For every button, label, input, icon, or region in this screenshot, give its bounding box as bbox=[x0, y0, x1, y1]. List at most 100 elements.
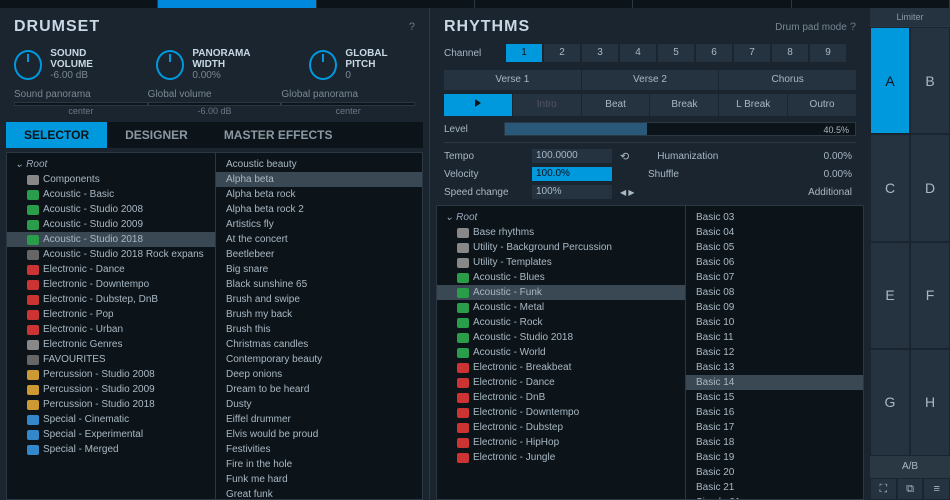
tree-item[interactable]: Electronic - Urban bbox=[7, 322, 215, 337]
list-item[interactable]: Brush and swipe bbox=[216, 292, 422, 307]
list-item[interactable]: Elvis would be proud bbox=[216, 427, 422, 442]
list-item[interactable]: Brush my back bbox=[216, 307, 422, 322]
section-button[interactable]: Break bbox=[650, 94, 718, 116]
top-tab[interactable] bbox=[633, 0, 791, 8]
list-item[interactable]: Alpha beta rock bbox=[216, 187, 422, 202]
channel-button[interactable]: 2 bbox=[544, 44, 580, 62]
channel-button[interactable]: 3 bbox=[582, 44, 618, 62]
tree-item[interactable]: FAVOURITES bbox=[7, 352, 215, 367]
drumpad-mode-label[interactable]: Drum pad mode bbox=[775, 22, 847, 33]
list-item[interactable]: Basic 11 bbox=[686, 330, 863, 345]
list-item[interactable]: Basic 10 bbox=[686, 315, 863, 330]
level-slider[interactable]: 40.5% bbox=[504, 122, 856, 136]
shuffle-value[interactable]: 0.00% bbox=[687, 169, 856, 180]
global-panorama-meter[interactable] bbox=[281, 102, 415, 106]
list-item[interactable]: Alpha beta bbox=[216, 172, 422, 187]
ab-compare-button[interactable]: A/B bbox=[870, 456, 950, 478]
list-item[interactable]: Big snare bbox=[216, 262, 422, 277]
channel-button[interactable]: 8 bbox=[772, 44, 808, 62]
verse-button[interactable]: Chorus bbox=[719, 70, 856, 90]
top-tab[interactable] bbox=[792, 0, 950, 8]
expand-icon[interactable]: ⛶ bbox=[870, 478, 897, 500]
channel-button[interactable]: 1 bbox=[506, 44, 542, 62]
tab-selector[interactable]: SELECTOR bbox=[6, 122, 107, 148]
list-item[interactable]: Festivities bbox=[216, 442, 422, 457]
section-button[interactable]: Outro bbox=[788, 94, 856, 116]
tree-item[interactable]: Percussion - Studio 2018 bbox=[7, 397, 215, 412]
tree-item[interactable]: Electronic - Dance bbox=[437, 375, 685, 390]
drumpad-cell[interactable]: E bbox=[870, 242, 910, 349]
tree-item[interactable]: Acoustic - Blues bbox=[437, 270, 685, 285]
tree-item[interactable]: Acoustic - Studio 2008 bbox=[7, 202, 215, 217]
speed-arrows[interactable]: ◀ ▶ bbox=[620, 188, 635, 197]
channel-button[interactable]: 9 bbox=[810, 44, 846, 62]
list-item[interactable]: Alpha beta rock 2 bbox=[216, 202, 422, 217]
section-button[interactable]: L Break bbox=[719, 94, 787, 116]
help-icon[interactable]: ? bbox=[850, 21, 856, 33]
speed-change-value[interactable]: 100% bbox=[532, 185, 612, 199]
panorama-width-knob[interactable] bbox=[156, 50, 184, 80]
tree-item[interactable]: Electronic - Dubstep, DnB bbox=[7, 292, 215, 307]
channel-button[interactable]: 5 bbox=[658, 44, 694, 62]
velocity-value[interactable]: 100.0% bbox=[532, 167, 612, 181]
list-item[interactable]: Basic 18 bbox=[686, 435, 863, 450]
list-item[interactable]: Dusty bbox=[216, 397, 422, 412]
tree-item[interactable]: Components bbox=[7, 172, 215, 187]
list-item[interactable]: Basic 20 bbox=[686, 465, 863, 480]
drumpad-cell[interactable]: G bbox=[870, 349, 910, 456]
list-item[interactable]: Acoustic beauty bbox=[216, 157, 422, 172]
tree-item[interactable]: Electronic - Dance bbox=[7, 262, 215, 277]
list-item[interactable]: Basic 13 bbox=[686, 360, 863, 375]
tree-item[interactable]: Electronic - DnB bbox=[437, 390, 685, 405]
list-item[interactable]: Funk me hard bbox=[216, 472, 422, 487]
list-item[interactable]: Basic 03 bbox=[686, 210, 863, 225]
tab-master-effects[interactable]: MASTER EFFECTS bbox=[206, 122, 351, 148]
list-item[interactable]: Basic 21 bbox=[686, 480, 863, 495]
list-item[interactable]: Basic 17 bbox=[686, 420, 863, 435]
tree-item[interactable]: Acoustic - Studio 2018 Rock expans bbox=[7, 247, 215, 262]
global-volume-meter[interactable] bbox=[148, 102, 282, 106]
list-item[interactable]: At the concert bbox=[216, 232, 422, 247]
tree-item[interactable]: Electronic - Pop bbox=[7, 307, 215, 322]
list-item[interactable]: Basic 05 bbox=[686, 240, 863, 255]
channel-button[interactable]: 6 bbox=[696, 44, 732, 62]
list-item[interactable]: Basic 16 bbox=[686, 405, 863, 420]
drumpad-cell[interactable]: F bbox=[910, 242, 950, 349]
top-tab[interactable] bbox=[475, 0, 633, 8]
tree-root[interactable]: ⌄ Root bbox=[437, 210, 685, 225]
list-item[interactable]: Great funk bbox=[216, 487, 422, 500]
tree-item[interactable]: Special - Merged bbox=[7, 442, 215, 457]
tree-item[interactable]: Percussion - Studio 2008 bbox=[7, 367, 215, 382]
tree-item[interactable]: Electronic - Downtempo bbox=[437, 405, 685, 420]
copy-icon[interactable]: ⧉ bbox=[897, 478, 924, 500]
play-button[interactable] bbox=[444, 94, 512, 116]
tree-item[interactable]: Acoustic - Studio 2018 bbox=[7, 232, 215, 247]
list-item[interactable]: Basic 15 bbox=[686, 390, 863, 405]
tree-item[interactable]: Acoustic - Studio 2009 bbox=[7, 217, 215, 232]
list-item[interactable]: Basic 07 bbox=[686, 270, 863, 285]
tree-item[interactable]: Special - Experimental bbox=[7, 427, 215, 442]
sound-volume-knob[interactable] bbox=[14, 50, 42, 80]
tree-item[interactable]: Acoustic - Rock bbox=[437, 315, 685, 330]
tree-item[interactable]: Acoustic - Basic bbox=[7, 187, 215, 202]
sound-panorama-meter[interactable] bbox=[14, 102, 148, 106]
tree-item[interactable]: Electronic - Jungle bbox=[437, 450, 685, 465]
section-button[interactable]: Intro bbox=[513, 94, 581, 116]
tree-item[interactable]: Electronic - HipHop bbox=[437, 435, 685, 450]
list-item[interactable]: Christmas candles bbox=[216, 337, 422, 352]
top-tab[interactable] bbox=[317, 0, 475, 8]
tree-item[interactable]: Special - Cinematic bbox=[7, 412, 215, 427]
top-tab[interactable] bbox=[0, 0, 158, 8]
list-item[interactable]: Basic 12 bbox=[686, 345, 863, 360]
drumpad-cell[interactable]: D bbox=[910, 134, 950, 241]
tempo-value[interactable]: 100.0000 bbox=[532, 149, 612, 163]
list-item[interactable]: Simple 01 bbox=[686, 495, 863, 500]
list-item[interactable]: Basic 19 bbox=[686, 450, 863, 465]
help-icon[interactable]: ? bbox=[409, 21, 415, 33]
drumpad-cell[interactable]: C bbox=[870, 134, 910, 241]
tab-designer[interactable]: DESIGNER bbox=[107, 122, 206, 148]
list-item[interactable]: Contemporary beauty bbox=[216, 352, 422, 367]
tree-item[interactable]: Percussion - Studio 2009 bbox=[7, 382, 215, 397]
tree-item[interactable]: Electronic - Breakbeat bbox=[437, 360, 685, 375]
channel-button[interactable]: 7 bbox=[734, 44, 770, 62]
